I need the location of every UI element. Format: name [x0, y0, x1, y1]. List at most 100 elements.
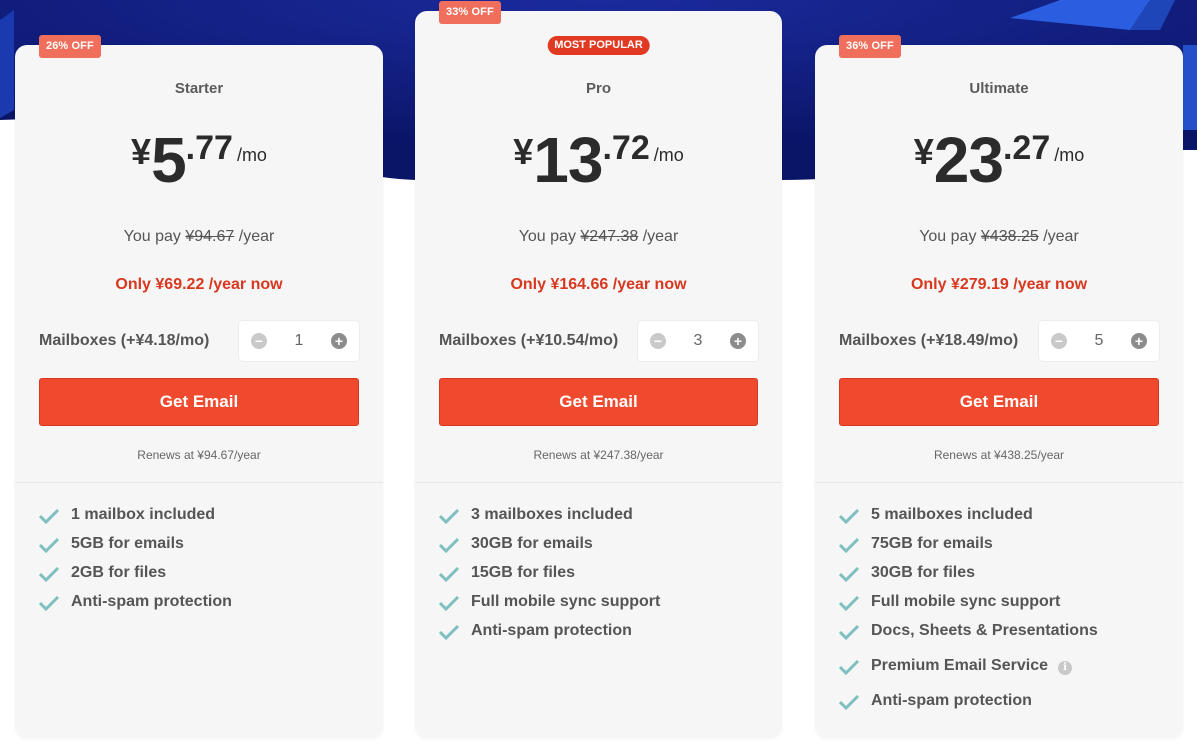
- discounted-price: Only ¥279.19 /year now: [910, 276, 1088, 293]
- mailbox-stepper[interactable]: − 5 +: [1039, 321, 1159, 361]
- discount-badge: 26% OFF: [39, 35, 101, 58]
- feature-item: 15GB for files: [439, 563, 762, 592]
- price-period: /mo: [236, 145, 267, 165]
- divider: [415, 482, 782, 483]
- feature-item: 2GB for files: [39, 563, 363, 592]
- feature-text: Premium Email Service: [871, 657, 1048, 674]
- divider: [815, 482, 1183, 483]
- feature-text: 30GB for files: [871, 564, 976, 581]
- plan-name: Starter: [174, 80, 224, 97]
- mailbox-label: Mailboxes (+¥10.54/mo): [439, 332, 619, 349]
- feature-text: Anti-spam protection: [71, 593, 232, 610]
- original-price: ¥247.38: [580, 228, 639, 245]
- you-pay-suffix: /year: [642, 228, 679, 245]
- you-pay-prefix: You pay: [123, 228, 181, 245]
- feature-item: Premium Email Service i: [839, 656, 1163, 691]
- price-integer: 23: [933, 124, 1004, 196]
- price-currency: ¥: [131, 131, 152, 172]
- check-icon: [39, 537, 59, 553]
- feature-item: 5 mailboxes included: [839, 505, 1163, 534]
- you-pay-text: You pay ¥247.38 /year: [415, 228, 782, 246]
- info-icon[interactable]: i: [1057, 661, 1072, 675]
- plan-price: ¥13.72/mo: [415, 125, 782, 195]
- discounted-price: Only ¥69.22 /year now: [115, 276, 283, 293]
- plan-price: ¥5.77/mo: [15, 125, 383, 195]
- plan-name: Ultimate: [969, 80, 1029, 97]
- feature-item: 3 mailboxes included: [439, 505, 762, 534]
- price-integer: 13: [533, 124, 603, 196]
- plan-card-ultimate: 36% OFF Ultimate ¥23.27/mo You pay ¥438.…: [815, 35, 1183, 738]
- check-icon: [839, 659, 859, 675]
- feature-item: Full mobile sync support: [439, 592, 762, 621]
- price-currency: ¥: [513, 131, 534, 172]
- you-pay-suffix: /year: [1043, 228, 1079, 245]
- check-icon: [839, 595, 859, 611]
- divider: [15, 482, 383, 483]
- check-icon: [839, 566, 859, 582]
- mailbox-stepper[interactable]: − 3 +: [638, 321, 758, 361]
- mailbox-stepper[interactable]: − 1 +: [239, 321, 359, 361]
- feature-text: 5 mailboxes included: [871, 506, 1033, 523]
- you-pay-text: You pay ¥438.25 /year: [815, 228, 1183, 246]
- feature-text: Full mobile sync support: [471, 593, 661, 610]
- discount-badge: 33% OFF: [439, 1, 501, 24]
- original-price: ¥438.25: [980, 228, 1039, 245]
- price-period: /mo: [1054, 145, 1085, 165]
- feature-text: 5GB for emails: [71, 535, 184, 552]
- discount-badge: 36% OFF: [839, 35, 901, 58]
- price-period: /mo: [653, 145, 684, 165]
- feature-item: Anti-spam protection: [439, 621, 762, 650]
- feature-text: 75GB for emails: [871, 535, 993, 552]
- check-icon: [439, 624, 459, 640]
- feature-text: 2GB for files: [71, 564, 167, 581]
- feature-text: Anti-spam protection: [471, 622, 632, 639]
- you-pay-suffix: /year: [238, 228, 275, 245]
- plus-icon[interactable]: +: [730, 333, 746, 349]
- get-email-button[interactable]: Get Email: [39, 378, 359, 426]
- feature-item: 1 mailbox included: [39, 505, 363, 534]
- feature-text: 1 mailbox included: [71, 506, 216, 523]
- check-icon: [839, 537, 859, 553]
- feature-text: 15GB for files: [471, 564, 576, 581]
- check-icon: [439, 595, 459, 611]
- you-pay-text: You pay ¥94.67 /year: [15, 228, 383, 246]
- feature-list: 3 mailboxes included 30GB for emails 15G…: [439, 505, 762, 650]
- plan-price: ¥23.27/mo: [815, 125, 1183, 195]
- check-icon: [439, 566, 459, 582]
- plan-card-pro: 33% OFF MOST POPULAR Pro ¥13.72/mo You p…: [415, 1, 782, 738]
- get-email-button[interactable]: Get Email: [439, 378, 758, 426]
- price-integer: 5: [151, 124, 187, 196]
- check-icon: [39, 595, 59, 611]
- price-decimal: .27: [1002, 129, 1051, 167]
- check-icon: [839, 508, 859, 524]
- feature-item: Full mobile sync support: [839, 592, 1163, 621]
- get-email-button[interactable]: Get Email: [839, 378, 1159, 426]
- feature-item: Anti-spam protection: [839, 691, 1163, 720]
- you-pay-prefix: You pay: [919, 228, 977, 245]
- plan-name: Pro: [585, 80, 611, 97]
- feature-item: 30GB for emails: [439, 534, 762, 563]
- plus-icon[interactable]: +: [331, 333, 347, 349]
- feature-item: 30GB for files: [839, 563, 1163, 592]
- you-pay-prefix: You pay: [518, 228, 576, 245]
- plan-card-starter: 26% OFF Starter ¥5.77/mo You pay ¥94.67 …: [15, 35, 383, 738]
- mailbox-row: Mailboxes (+¥4.18/mo) − 1 +: [39, 321, 359, 361]
- check-icon: [439, 537, 459, 553]
- price-currency: ¥: [913, 131, 934, 172]
- price-decimal: .77: [185, 129, 233, 167]
- check-icon: [839, 694, 859, 710]
- plus-icon[interactable]: +: [1131, 333, 1147, 349]
- mailbox-row: Mailboxes (+¥10.54/mo) − 3 +: [439, 321, 758, 361]
- most-popular-badge: MOST POPULAR: [547, 36, 650, 55]
- check-icon: [39, 508, 59, 524]
- mailbox-label: Mailboxes (+¥4.18/mo): [39, 332, 210, 349]
- original-price: ¥94.67: [185, 228, 235, 245]
- feature-text: 3 mailboxes included: [471, 506, 633, 523]
- renews-text: Renews at ¥247.38/year: [533, 448, 664, 462]
- feature-item: 75GB for emails: [839, 534, 1163, 563]
- check-icon: [39, 566, 59, 582]
- check-icon: [439, 508, 459, 524]
- renews-text: Renews at ¥94.67/year: [137, 448, 261, 462]
- mailbox-row: Mailboxes (+¥18.49/mo) − 5 +: [839, 321, 1159, 361]
- discounted-price: Only ¥164.66 /year now: [510, 276, 687, 293]
